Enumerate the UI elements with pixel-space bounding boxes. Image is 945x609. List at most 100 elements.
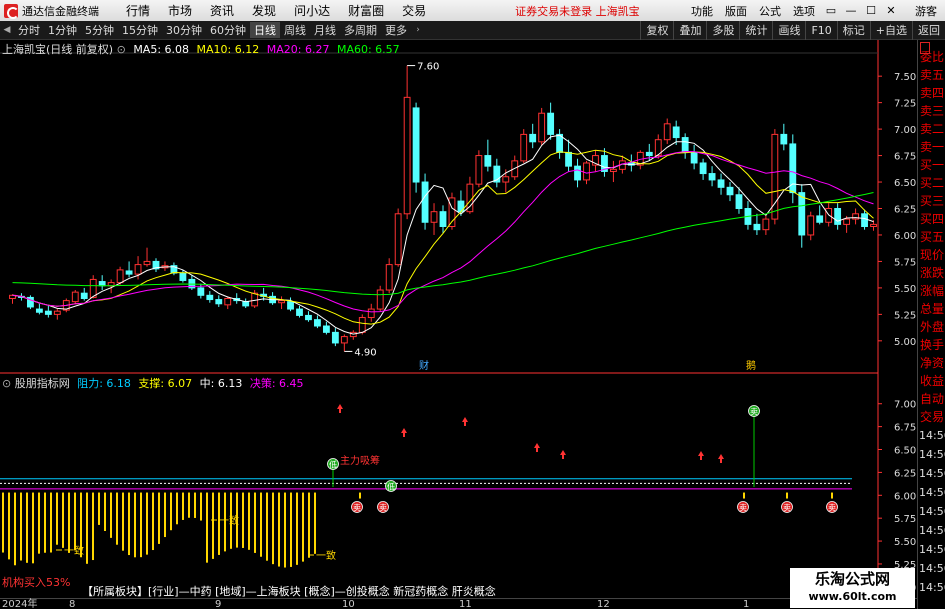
sector-concept-line: 【所属板块】[行业]—中药 [地域]—上海板块 [概念]—创投概念 新冠药概念 … bbox=[82, 585, 496, 598]
candle-body bbox=[242, 301, 250, 307]
candle-body bbox=[439, 211, 447, 227]
quote-label: 卖三 bbox=[920, 104, 945, 118]
bs-icon[interactable] bbox=[920, 42, 930, 54]
trade-time: 14:56 bbox=[919, 448, 945, 461]
bs-toggle[interactable] bbox=[918, 40, 945, 54]
tool-biaoji[interactable]: 标记 bbox=[836, 20, 870, 40]
menu-faxian[interactable]: 发现 bbox=[243, 2, 285, 19]
period-toolbar: ◀ 分时 1分钟 5分钟 15分钟 30分钟 60分钟 日线 周线 月线 多周期… bbox=[0, 20, 945, 40]
chart-area[interactable]: 7.50 7.25 7.00 6.75 6.50 6.25 6.00 5.75 5.50 5.25… bbox=[0, 40, 917, 609]
trade-time: 14:56 bbox=[919, 524, 945, 537]
quote-labels: 委比 卖五 卖四 卖三 卖二 卖一 买一 买二 买三 买四 买五 现价 涨跌 涨幅 总量 外盘 换手 净资 收益 自动… bbox=[918, 48, 945, 426]
period-monthly[interactable]: 月线 bbox=[310, 22, 340, 38]
axis-tick-label: 5.50 bbox=[894, 284, 916, 295]
candle-body bbox=[843, 218, 851, 225]
period-30min[interactable]: 30分钟 bbox=[162, 22, 206, 38]
axis-tick-label: 6.75 bbox=[894, 152, 916, 163]
date-label: 1 bbox=[743, 599, 750, 609]
candle-body bbox=[412, 107, 420, 183]
candle-body bbox=[672, 126, 680, 139]
quote-label[interactable]: 交易 bbox=[918, 408, 945, 426]
minimize-icon[interactable]: — bbox=[844, 4, 858, 17]
period-1min[interactable]: 1分钟 bbox=[44, 22, 81, 38]
candle-body bbox=[834, 208, 842, 225]
quote-label[interactable]: 自动 bbox=[918, 390, 945, 408]
candle-body bbox=[565, 151, 572, 167]
menu-shichang[interactable]: 市场 bbox=[159, 2, 201, 19]
menu-gongshi[interactable]: 公式 bbox=[753, 3, 787, 19]
period-multi[interactable]: 多周期 bbox=[340, 22, 381, 38]
settings-gear-icon[interactable]: ⊙ bbox=[117, 43, 126, 56]
candle-body bbox=[215, 299, 223, 305]
quote-label: 卖四 bbox=[920, 86, 945, 100]
tool-fuquan[interactable]: 复权 bbox=[640, 20, 673, 40]
tool-duogu[interactable]: 多股 bbox=[706, 20, 739, 40]
up-arrow-icon bbox=[337, 404, 343, 413]
login-notice[interactable]: 证券交易未登录 上海凯宝 bbox=[515, 3, 640, 19]
candle-body bbox=[690, 151, 698, 164]
yizhi-label: 一致 bbox=[219, 514, 239, 527]
cai-marker: 财 bbox=[419, 359, 429, 372]
candle-body bbox=[717, 179, 725, 188]
up-arrow-icon bbox=[534, 443, 540, 452]
decision-value: 决策: 6.45 bbox=[249, 377, 304, 390]
chart-tools: 复权 叠加 多股 统计 画线 F10 标记 +自选 返回 bbox=[640, 20, 945, 40]
chevron-right-icon[interactable]: › bbox=[411, 25, 425, 35]
candle-body bbox=[520, 133, 528, 162]
tool-diejia[interactable]: 叠加 bbox=[673, 20, 706, 40]
menu-hangqing[interactable]: 行情 bbox=[117, 2, 159, 19]
menu-zixun[interactable]: 资讯 bbox=[201, 2, 243, 19]
up-arrow-icon bbox=[401, 428, 407, 437]
close-icon[interactable]: ✕ bbox=[884, 4, 898, 17]
indicator-settings-icon[interactable]: ⊙ bbox=[2, 377, 11, 390]
trade-time: 14:56 bbox=[919, 486, 945, 499]
scroll-left-icon[interactable]: ◀ bbox=[0, 25, 14, 35]
tool-f10[interactable]: F10 bbox=[805, 20, 836, 40]
trade-time: 14:56 bbox=[919, 562, 945, 575]
kline-chart[interactable]: 7.50 7.25 7.00 6.75 6.50 6.25 6.00 5.75 5.50 5.25… bbox=[0, 40, 917, 609]
menu-wenxiaoda[interactable]: 问小达 bbox=[285, 2, 339, 19]
candle-body bbox=[376, 289, 384, 310]
period-daily[interactable]: 日线 bbox=[250, 22, 280, 38]
up-arrow-icon bbox=[698, 451, 704, 460]
trade-time: 14:56 bbox=[919, 581, 945, 594]
main-chart-header: 上海凯宝(日线 前复权) ⊙ MA5: 6.08 MA10: 6.12 MA20… bbox=[2, 41, 400, 57]
quote-label: 涨跌 bbox=[920, 266, 945, 280]
menu-caifuquan[interactable]: 财富圈 bbox=[339, 2, 393, 19]
candle-body bbox=[44, 310, 52, 315]
candle-body bbox=[547, 112, 555, 135]
maximize-icon[interactable]: ☐ bbox=[864, 4, 878, 17]
candle-body bbox=[314, 319, 321, 327]
candle-body bbox=[583, 162, 590, 181]
menu-banmian[interactable]: 版面 bbox=[719, 3, 753, 19]
title-menu-bar: 通达信金融终端 行情 市场 资讯 发现 问小达 财富圈 交易 证券交易未登录 上… bbox=[0, 0, 945, 21]
period-more[interactable]: 更多 bbox=[381, 22, 411, 38]
low-label: 4.90 bbox=[354, 347, 376, 358]
period-weekly[interactable]: 周线 bbox=[280, 22, 310, 38]
tool-zixuan[interactable]: +自选 bbox=[869, 20, 912, 40]
menu-jiaoyi[interactable]: 交易 bbox=[393, 2, 435, 19]
period-15min[interactable]: 15分钟 bbox=[118, 22, 162, 38]
ma10-line bbox=[12, 149, 874, 325]
quote-label: 外盘 bbox=[920, 320, 945, 334]
tool-tongji[interactable]: 统计 bbox=[739, 20, 772, 40]
candle-body bbox=[287, 301, 294, 310]
period-5min[interactable]: 5分钟 bbox=[81, 22, 118, 38]
stock-title[interactable]: 上海凯宝(日线 前复权) bbox=[2, 43, 113, 56]
candle-body bbox=[206, 294, 214, 301]
tool-fanhui[interactable]: 返回 bbox=[912, 20, 945, 40]
period-60min[interactable]: 60分钟 bbox=[206, 22, 250, 38]
date-label: 8 bbox=[69, 599, 76, 609]
candle-body bbox=[645, 151, 653, 157]
guest-label[interactable]: 游客 bbox=[915, 3, 937, 19]
indicator-title[interactable]: 股朋指标网 bbox=[15, 377, 70, 390]
menu-gongneng[interactable]: 功能 bbox=[685, 3, 719, 19]
tool-huaxian[interactable]: 画线 bbox=[772, 20, 805, 40]
quote-label: 卖五 bbox=[920, 68, 945, 82]
restore-icon[interactable]: ▭ bbox=[824, 4, 838, 17]
candle-body bbox=[367, 308, 375, 319]
period-fenshi[interactable]: 分时 bbox=[14, 22, 44, 38]
menu-xuanxiang[interactable]: 选项 bbox=[787, 3, 821, 19]
candle-body bbox=[278, 300, 285, 304]
quote-side-panel: 委比 卖五 卖四 卖三 卖二 卖一 买一 买二 买三 买四 买五 现价 涨跌 涨幅 总量 外盘 换手 净资 收益 自动… bbox=[917, 40, 945, 609]
